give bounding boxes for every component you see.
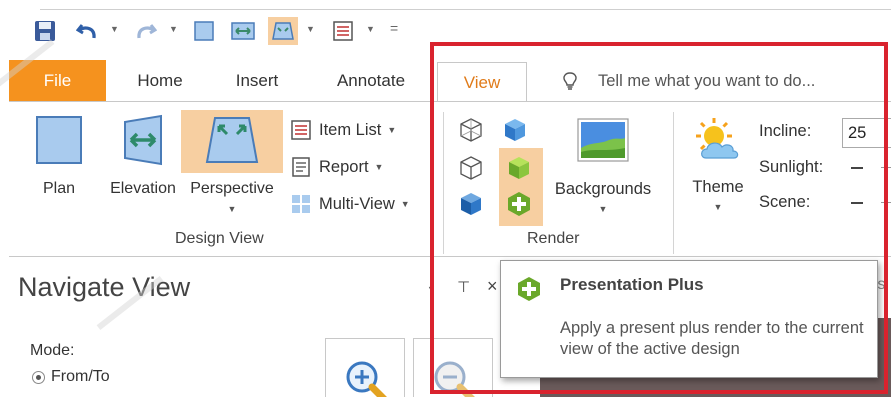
report-dropdown-icon[interactable]: ▼ bbox=[375, 162, 384, 172]
customize-icon[interactable]: = bbox=[390, 20, 398, 36]
outline-render-icon[interactable] bbox=[457, 154, 485, 182]
tooltip-description: Apply a present plus render to the curre… bbox=[560, 319, 864, 358]
tab-annotate[interactable]: Annotate bbox=[322, 60, 420, 102]
elevation-label: Elevation bbox=[110, 180, 176, 197]
backgrounds-label: Backgrounds bbox=[554, 180, 652, 198]
undo-dropdown-icon[interactable]: ▼ bbox=[110, 24, 119, 34]
item-list-dropdown-icon[interactable]: ▼ bbox=[387, 125, 396, 135]
ribbon-panel: Plan Elevation Perspective ▼ Item List ▼… bbox=[9, 101, 891, 257]
sunlight-slider-track[interactable] bbox=[851, 167, 863, 169]
elevation-button[interactable]: Elevation bbox=[97, 114, 189, 210]
redo-icon[interactable] bbox=[133, 19, 159, 43]
theme-label: Theme bbox=[692, 178, 744, 196]
sunlight-slider-tail bbox=[881, 167, 891, 168]
item-list-label: Item List bbox=[319, 120, 382, 139]
theme-dropdown-icon[interactable]: ▼ bbox=[685, 202, 751, 212]
pin-icon[interactable]: ⊤ bbox=[457, 278, 470, 296]
view-dropdown-icon[interactable]: ▼ bbox=[306, 24, 315, 34]
tab-home[interactable]: Home bbox=[125, 60, 195, 102]
radio-button[interactable] bbox=[32, 370, 45, 384]
undo-icon[interactable] bbox=[74, 19, 100, 43]
perspective-label: Perspective bbox=[190, 180, 274, 197]
title-bar-line bbox=[40, 9, 891, 10]
pane-title: Navigate View bbox=[18, 272, 191, 302]
backgrounds-dropdown-icon[interactable]: ▼ bbox=[545, 204, 661, 214]
multi-view-label: Multi-View bbox=[319, 194, 395, 213]
theme-icon bbox=[696, 118, 739, 159]
zoom-in-button[interactable] bbox=[325, 338, 405, 397]
presentation-plus-tooltip-icon bbox=[515, 275, 543, 308]
tab-file[interactable]: File bbox=[9, 60, 106, 102]
mode-label: Mode: bbox=[30, 342, 75, 359]
presentation-plus-icon[interactable] bbox=[505, 190, 533, 218]
report-label: Report bbox=[319, 157, 369, 176]
perspective-icon bbox=[205, 117, 259, 163]
backgrounds-icon bbox=[577, 118, 629, 162]
elevation-icon bbox=[124, 114, 162, 166]
tab-view[interactable]: View bbox=[437, 62, 527, 103]
redo-dropdown-icon[interactable]: ▼ bbox=[169, 24, 178, 34]
tooltip-title: Presentation Plus bbox=[560, 275, 704, 294]
presentation-plus-tooltip: Presentation Plus Apply a present plus r… bbox=[500, 260, 878, 378]
pane-menu-dropdown-icon[interactable]: ▼ bbox=[427, 284, 436, 294]
item-list-button[interactable]: Item List ▼ bbox=[289, 116, 396, 144]
report-icon bbox=[289, 155, 313, 179]
report-button[interactable]: Report ▼ bbox=[289, 153, 383, 181]
scene-slider-track[interactable] bbox=[851, 202, 863, 204]
plan-view-icon[interactable] bbox=[191, 19, 217, 43]
wireframe-render-icon[interactable] bbox=[457, 116, 485, 144]
tab-insert[interactable]: Insert bbox=[221, 60, 293, 102]
render-group-label: Render bbox=[527, 230, 580, 247]
perspective-button[interactable]: Perspective ▼ bbox=[181, 114, 283, 224]
item-list-icon bbox=[289, 118, 313, 142]
quick-access-toolbar: ▼ ▼ ▼ ▼ = bbox=[0, 0, 891, 56]
design-view-group-label: Design View bbox=[175, 230, 264, 247]
save-icon[interactable] bbox=[32, 19, 58, 43]
scene-label: Scene: bbox=[759, 193, 811, 211]
plan-icon bbox=[36, 116, 82, 164]
multi-view-icon bbox=[289, 192, 313, 216]
perspective-view-icon[interactable] bbox=[268, 17, 298, 45]
scene-slider-tail bbox=[881, 202, 891, 203]
navigate-view-pane: Navigate View ▼ ⊤ × Mode: From/To bbox=[0, 258, 530, 397]
multi-view-button[interactable]: Multi-View ▼ bbox=[289, 190, 410, 218]
zoom-in-icon bbox=[346, 361, 387, 397]
solid-render-icon[interactable] bbox=[501, 116, 529, 144]
close-icon[interactable]: × bbox=[487, 276, 498, 297]
tell-me-search[interactable]: Tell me what you want to do... bbox=[598, 60, 815, 102]
multi-view-dropdown-icon[interactable]: ▼ bbox=[401, 199, 410, 209]
list-icon[interactable] bbox=[330, 19, 356, 43]
list-dropdown-icon[interactable]: ▼ bbox=[366, 24, 375, 34]
zoom-out-button[interactable] bbox=[413, 338, 493, 397]
group-separator bbox=[443, 112, 444, 254]
incline-input[interactable]: 25 bbox=[842, 118, 891, 148]
lightbulb-icon bbox=[562, 71, 578, 96]
plan-button[interactable]: Plan bbox=[29, 114, 89, 210]
incline-label: Incline: bbox=[759, 122, 812, 140]
perspective-dropdown-icon[interactable]: ▼ bbox=[181, 204, 283, 214]
from-to-label: From/To bbox=[51, 368, 110, 385]
ribbon-tabs: File Home Insert Annotate View Tell me w… bbox=[0, 60, 891, 103]
from-to-radio[interactable]: From/To bbox=[32, 368, 110, 386]
group-separator bbox=[673, 112, 674, 254]
theme-button[interactable]: Theme ▼ bbox=[685, 116, 751, 216]
sunlight-label: Sunlight: bbox=[759, 158, 824, 176]
elevation-view-icon[interactable] bbox=[230, 19, 256, 43]
backgrounds-button[interactable]: Backgrounds ▼ bbox=[545, 118, 661, 218]
zoom-out-icon bbox=[434, 361, 475, 397]
color-render-icon[interactable] bbox=[505, 154, 533, 182]
plan-label: Plan bbox=[42, 180, 76, 197]
shaded-render-icon[interactable] bbox=[457, 190, 485, 218]
